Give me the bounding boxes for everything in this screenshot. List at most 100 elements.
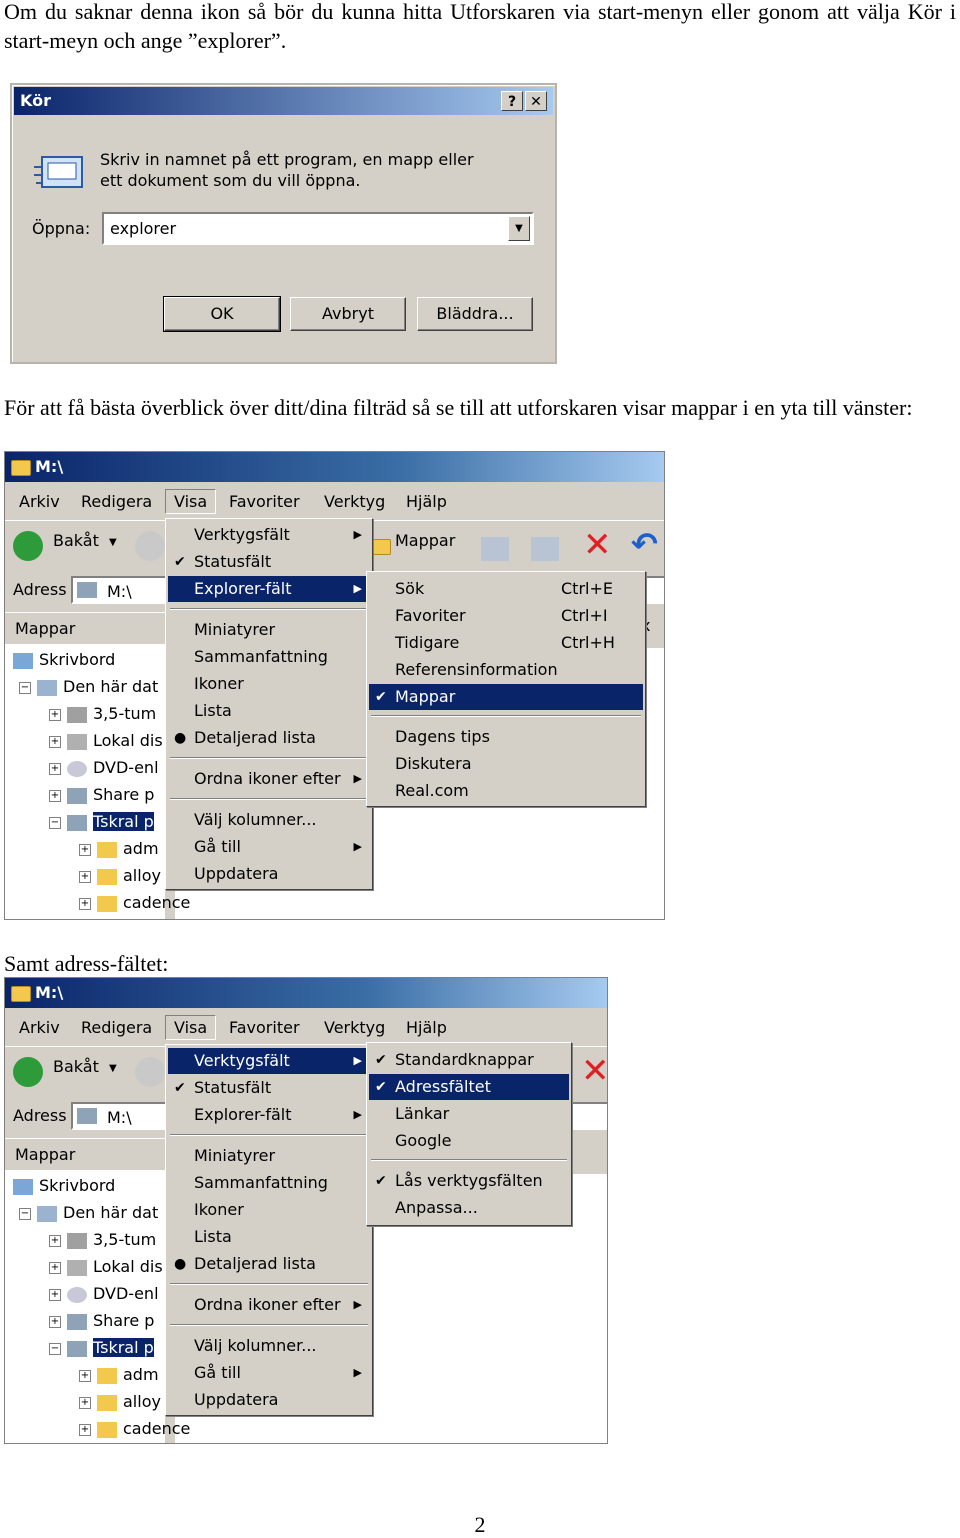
menu-arkiv[interactable]: Arkiv — [19, 1018, 60, 1037]
tree-item-dvd[interactable]: + DVD-enl — [49, 758, 159, 784]
open-combobox[interactable]: explorer ▼ — [102, 212, 534, 245]
expand-icon[interactable]: + — [49, 1234, 61, 1247]
collapse-icon[interactable]: − — [19, 681, 31, 694]
tree-item-my-computer[interactable]: − Den här dat — [19, 677, 158, 703]
menu-verktyg[interactable]: Verktyg — [324, 1018, 385, 1037]
tree-item-cadence[interactable]: + cadence — [79, 893, 190, 919]
menu-item-list[interactable]: Lista — [168, 1224, 370, 1250]
tree-item-adm[interactable]: + adm — [79, 1365, 159, 1391]
menu-item-statusbar[interactable]: ✔ Statusfält — [168, 549, 370, 575]
menu-item-thumbnails[interactable]: Miniatyrer — [168, 617, 370, 643]
menu-item-search[interactable]: Sök Ctrl+E — [369, 576, 643, 602]
expand-icon[interactable]: + — [49, 762, 61, 775]
menu-arkiv[interactable]: Arkiv — [19, 492, 60, 511]
menu-item-tip-of-day[interactable]: Dagens tips — [369, 724, 643, 750]
menu-item-icons[interactable]: Ikoner — [168, 671, 370, 697]
tree-item-local-disk[interactable]: + Lokal dis — [49, 1257, 163, 1283]
menu-item-arrange-icons[interactable]: Ordna ikoner efter ▶ — [168, 766, 370, 792]
menu-item-details[interactable]: ● Detaljerad lista — [168, 725, 370, 751]
menu-item-go-to[interactable]: Gå till ▶ — [168, 834, 370, 860]
tree-item-share[interactable]: + Share p — [49, 785, 154, 811]
menu-item-icons[interactable]: Ikoner — [168, 1197, 370, 1223]
menu-item-toolbars[interactable]: Verktygsfält ▶ — [168, 522, 370, 548]
menu-verktyg[interactable]: Verktyg — [324, 492, 385, 511]
tree-item-local-disk[interactable]: + Lokal dis — [49, 731, 163, 757]
ok-button[interactable]: OK — [163, 296, 281, 332]
tree-item-floppy[interactable]: +3,5-tum — [49, 1230, 156, 1256]
menu-item-refresh[interactable]: Uppdatera — [168, 861, 370, 887]
menu-redigera[interactable]: Redigera — [81, 1018, 152, 1037]
address-input[interactable]: M:\ — [107, 582, 132, 601]
tree-item-dvd[interactable]: + DVD-enl — [49, 1284, 159, 1310]
back-dropdown-icon[interactable]: ▼ — [109, 1063, 117, 1074]
menu-item-customize[interactable]: Anpassa... — [369, 1195, 569, 1221]
tree-item-tskral[interactable]: − Tskral p — [49, 812, 154, 838]
collapse-icon[interactable]: − — [49, 816, 61, 829]
menu-item-lock-toolbars[interactable]: ✔ Lås verktygsfälten — [369, 1168, 569, 1194]
menu-item-explorer-bar[interactable]: Explorer-fält ▶ — [168, 1102, 370, 1128]
move-to-icon[interactable] — [481, 537, 509, 561]
menu-item-folders[interactable]: ✔ Mappar — [369, 684, 643, 710]
forward-arrow-icon[interactable] — [135, 531, 165, 561]
close-button[interactable]: ✕ — [525, 91, 547, 111]
back-dropdown-icon[interactable]: ▼ — [109, 537, 117, 548]
expand-icon[interactable]: + — [49, 789, 61, 802]
copy-to-icon[interactable] — [531, 537, 559, 561]
menu-item-go-to[interactable]: Gå till ▶ — [168, 1360, 370, 1386]
expand-icon[interactable]: + — [79, 1396, 91, 1409]
address-input[interactable]: M:\ — [107, 1108, 132, 1127]
back-arrow-icon[interactable] — [13, 531, 43, 561]
expand-icon[interactable]: + — [79, 843, 91, 856]
menu-favoriter[interactable]: Favoriter — [229, 492, 300, 511]
menu-item-details[interactable]: ● Detaljerad lista — [168, 1251, 370, 1277]
tree-item-desktop[interactable]: Skrivbord — [13, 650, 115, 676]
open-input[interactable]: explorer — [110, 219, 176, 238]
menu-item-refresh[interactable]: Uppdatera — [168, 1387, 370, 1413]
menu-visa[interactable]: Visa — [165, 1015, 217, 1040]
expand-icon[interactable]: + — [49, 708, 61, 721]
tree-item-adm[interactable]: + adm — [79, 839, 159, 865]
delete-icon[interactable]: ✕ — [583, 525, 612, 565]
menu-item-discuss[interactable]: Diskutera — [369, 751, 643, 777]
expand-icon[interactable]: + — [49, 1261, 61, 1274]
expand-icon[interactable]: + — [79, 1423, 91, 1436]
menu-item-explorer-bar[interactable]: Explorer-fält ▶ — [168, 576, 370, 602]
tree-item-share[interactable]: + Share p — [49, 1311, 154, 1337]
tree-item-desktop[interactable]: Skrivbord — [13, 1176, 115, 1202]
back-arrow-icon[interactable] — [13, 1057, 43, 1087]
help-button[interactable]: ? — [501, 91, 523, 111]
menu-item-choose-columns[interactable]: Välj kolumner... — [168, 807, 370, 833]
menu-favoriter[interactable]: Favoriter — [229, 1018, 300, 1037]
expand-icon[interactable]: + — [49, 1288, 61, 1301]
menu-item-tiles[interactable]: Sammanfattning — [168, 1170, 370, 1196]
menu-item-google[interactable]: Google — [369, 1128, 569, 1154]
menu-item-links[interactable]: Länkar — [369, 1101, 569, 1127]
cancel-button[interactable]: Avbryt — [290, 297, 406, 331]
tree-item-cadence[interactable]: + cadence — [79, 1419, 190, 1443]
tree-item-floppy[interactable]: +3,5-tum — [49, 704, 156, 730]
menu-item-thumbnails[interactable]: Miniatyrer — [168, 1143, 370, 1169]
back-button[interactable]: Bakåt — [53, 1057, 99, 1076]
menu-item-toolbars[interactable]: Verktygsfält ▶ — [168, 1048, 370, 1074]
menu-item-research[interactable]: Referensinformation — [369, 657, 643, 683]
undo-icon[interactable]: ↶ — [631, 525, 658, 563]
forward-arrow-icon[interactable] — [135, 1057, 165, 1087]
tree-item-my-computer[interactable]: − Den här dat — [19, 1203, 158, 1229]
delete-icon[interactable]: ✕ — [581, 1051, 607, 1091]
menu-item-real[interactable]: Real.com — [369, 778, 643, 804]
expand-icon[interactable]: + — [79, 870, 91, 883]
menu-item-tiles[interactable]: Sammanfattning — [168, 644, 370, 670]
menu-item-history[interactable]: Tidigare Ctrl+H — [369, 630, 643, 656]
folders-button[interactable]: Mappar — [395, 531, 455, 550]
tree-item-alloy[interactable]: + alloy — [79, 1392, 161, 1418]
tree-item-tskral[interactable]: − Tskral p — [49, 1338, 154, 1364]
menu-hjalp[interactable]: Hjälp — [406, 492, 447, 511]
chevron-down-icon[interactable]: ▼ — [508, 216, 530, 241]
collapse-icon[interactable]: − — [19, 1207, 31, 1220]
collapse-icon[interactable]: − — [49, 1342, 61, 1355]
menu-item-address-bar[interactable]: ✔ Adressfältet — [369, 1074, 569, 1100]
menu-item-standard-buttons[interactable]: ✔ Standardknappar — [369, 1047, 569, 1073]
browse-button[interactable]: Bläddra... — [417, 297, 533, 331]
menu-item-list[interactable]: Lista — [168, 698, 370, 724]
expand-icon[interactable]: + — [49, 1315, 61, 1328]
